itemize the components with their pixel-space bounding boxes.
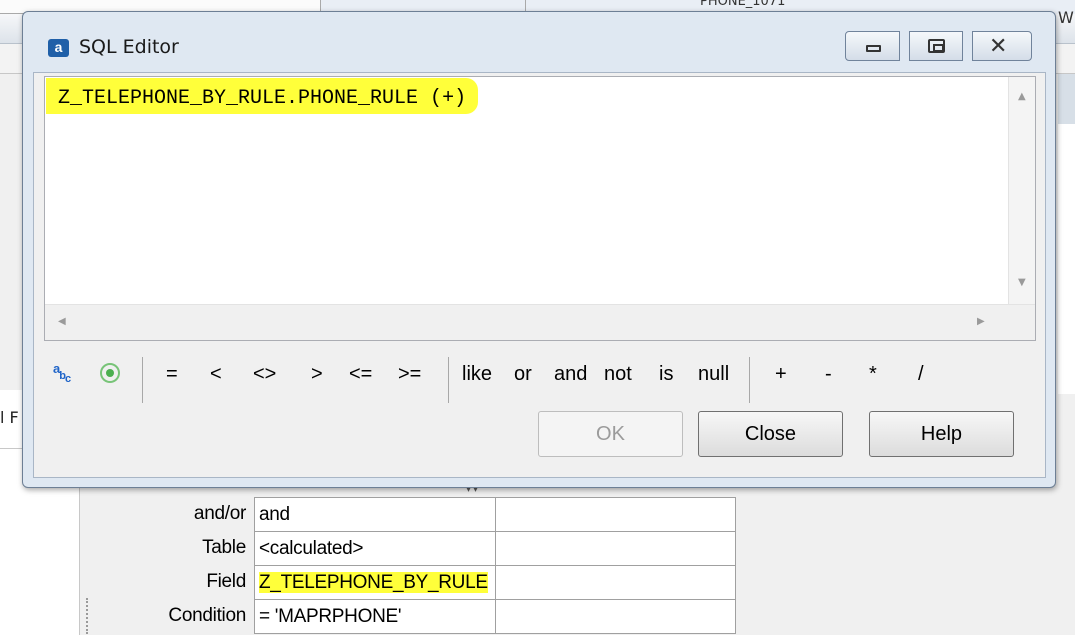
background-left-label: l F [0,408,19,427]
toolbar-separator [448,357,449,403]
dialog-title: SQL Editor [79,36,179,58]
op-like[interactable]: like [462,363,492,386]
label-table: Table [202,537,246,558]
cell-and-or[interactable]: and [254,497,496,532]
operator-toolbar: abc = < <> > <= >= like or and not is nu… [46,355,1036,403]
broadcast-icon[interactable] [100,363,120,383]
dialog-body: Z_TELEPHONE_BY_RULE.PHONE_RULE (+) ▲ ▼ ◀… [33,72,1046,478]
cell-empty[interactable] [495,599,736,634]
op-plus[interactable]: + [775,363,787,386]
op-null[interactable]: null [698,363,729,386]
background-top-text: PHONE_1071 [700,0,786,9]
app-icon: a [48,39,69,57]
op-divide[interactable]: / [918,363,924,386]
scroll-down-icon[interactable]: ▼ [1018,277,1026,288]
op-not[interactable]: not [604,363,632,386]
cell-empty[interactable] [495,497,736,532]
op-multiply[interactable]: * [869,363,877,386]
background-side-panel [1058,74,1075,124]
table-row: and [254,497,736,532]
cell-empty[interactable] [495,565,736,600]
table-row: <calculated> [254,531,736,566]
field-value: Z_TELEPHONE_BY_RULE [259,571,488,593]
op-is[interactable]: is [659,363,673,386]
op-less-than[interactable]: < [210,363,222,386]
background-edge-text: W [1058,8,1074,27]
minimize-icon [866,45,881,52]
sql-expression: Z_TELEPHONE_BY_RULE.PHONE_RULE (+) [46,78,479,114]
ok-button[interactable]: OK [538,411,683,457]
spellcheck-icon[interactable]: abc [53,361,71,385]
op-and[interactable]: and [554,363,587,386]
minimize-button[interactable] [845,31,900,61]
op-not-equal[interactable]: <> [253,363,276,386]
toolbar-separator [749,357,750,403]
toolbar-separator [142,357,143,403]
criteria-labels: and/or Table Field Condition [90,497,250,633]
op-equals[interactable]: = [166,363,178,386]
op-greater-than[interactable]: > [311,363,323,386]
cell-field[interactable]: Z_TELEPHONE_BY_RULE [254,565,496,600]
vertical-scrollbar[interactable]: ▲ ▼ [1008,77,1035,305]
op-or[interactable]: or [514,363,532,386]
sql-editor-dialog: a SQL Editor ✕ Z_TELEPHONE_BY_RULE.PHONE… [22,11,1056,488]
label-field: Field [206,571,246,592]
cell-empty[interactable] [495,531,736,566]
label-condition: Condition [168,605,246,626]
background-side-panel-body [1058,124,1075,394]
table-row: Z_TELEPHONE_BY_RULE [254,565,736,600]
horizontal-scrollbar[interactable]: ◀ ▶ [45,304,1035,340]
cell-table[interactable]: <calculated> [254,531,496,566]
label-and-or: and/or [193,503,246,524]
op-minus[interactable]: - [825,363,832,386]
scroll-left-icon[interactable]: ◀ [58,316,66,327]
op-greater-equal[interactable]: >= [398,363,421,386]
title-bar[interactable]: a SQL Editor ✕ [23,12,1055,72]
close-button[interactable]: Close [698,411,843,457]
scroll-right-icon[interactable]: ▶ [977,316,985,327]
criteria-grid: and <calculated> Z_TELEPHONE_BY_RULE = '… [254,497,736,634]
scroll-up-icon[interactable]: ▲ [1018,91,1026,102]
close-icon: ✕ [989,34,1008,59]
op-less-equal[interactable]: <= [349,363,372,386]
table-row: = 'MAPRPHONE' [254,599,736,634]
close-window-button[interactable]: ✕ [972,31,1032,61]
sql-text-area[interactable]: Z_TELEPHONE_BY_RULE.PHONE_RULE (+) ▲ ▼ ◀… [44,76,1036,341]
cell-condition[interactable]: = 'MAPRPHONE' [254,599,496,634]
maximize-icon [928,39,945,53]
maximize-button[interactable] [909,31,963,61]
help-button[interactable]: Help [869,411,1014,457]
